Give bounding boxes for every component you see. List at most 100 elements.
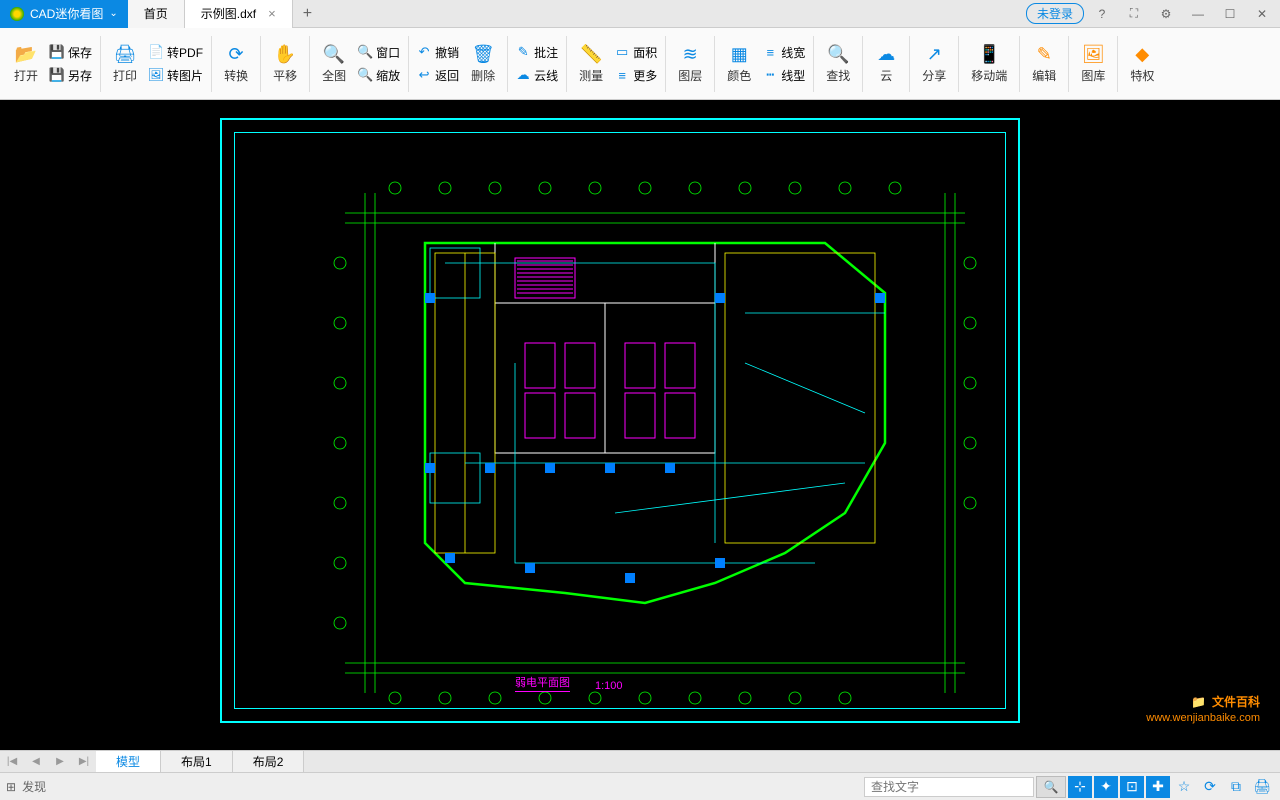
drawing-canvas[interactable]: 弱电平面图 1:100 📁 文件百科 www.wenjianbaike.com: [0, 100, 1280, 750]
linewidth-icon: ≡: [763, 45, 777, 59]
toimg-button[interactable]: 🖼转图片: [145, 65, 207, 86]
annotate-icon: ✎: [516, 45, 530, 59]
regen-icon[interactable]: ⟳: [1198, 776, 1222, 798]
tab-layout2[interactable]: 布局2: [233, 751, 305, 773]
save-button[interactable]: 💾保存: [46, 42, 96, 63]
link-icon[interactable]: ⧉: [1224, 776, 1248, 798]
snap-grid-icon[interactable]: ✦: [1094, 776, 1118, 798]
cloud-button[interactable]: ☁云线: [512, 65, 562, 86]
tab-layout1[interactable]: 布局1: [161, 751, 233, 773]
edit-icon: ✎: [1033, 43, 1055, 65]
linetype-icon: ┅: [763, 68, 777, 82]
watermark-url: www.wenjianbaike.com: [1146, 712, 1260, 724]
star-icon[interactable]: ☆: [1172, 776, 1196, 798]
back-button[interactable]: ↩返回: [413, 65, 463, 86]
maximize-icon[interactable]: ☐: [1216, 2, 1244, 26]
print-status-icon[interactable]: 🖨: [1250, 776, 1274, 798]
window-button[interactable]: 🔍窗口: [354, 42, 404, 63]
nav-last-icon[interactable]: ▶|: [72, 752, 96, 772]
undo-button[interactable]: ↶撤销: [413, 42, 463, 63]
disk-icon: 💾: [50, 45, 64, 59]
toolbar: 📂打开 💾保存 💾另存 🖨打印 📄转PDF 🖼转图片 ⟳转换 ✋平移 🔍全图 🔍…: [0, 28, 1280, 100]
saveas-button[interactable]: 💾另存: [46, 65, 96, 86]
crosshair-icon[interactable]: ✚: [1146, 776, 1170, 798]
snap-endpoint-icon[interactable]: ⊹: [1068, 776, 1092, 798]
ruler-icon: 📏: [580, 43, 602, 65]
linewidth-button[interactable]: ≡线宽: [759, 42, 809, 63]
annotate-button[interactable]: ✎批注: [512, 42, 562, 63]
nav-prev-icon[interactable]: ◀: [24, 752, 48, 772]
drawing-scale: 1:100: [595, 680, 623, 692]
hand-icon: ✋: [274, 43, 296, 65]
linetype-button[interactable]: ┅线型: [759, 65, 809, 86]
close-window-icon[interactable]: ✕: [1248, 2, 1276, 26]
convert-button[interactable]: ⟳转换: [218, 41, 254, 86]
back-icon: ↩: [417, 68, 431, 82]
more-button[interactable]: ≡更多: [611, 65, 661, 86]
topdf-button[interactable]: 📄转PDF: [145, 42, 207, 63]
color-button[interactable]: ▦颜色: [721, 41, 757, 86]
app-title[interactable]: CAD迷你看图 ⌄: [0, 0, 128, 28]
watermark: 📁 文件百科: [1191, 693, 1260, 710]
folder-icon: 📂: [15, 43, 37, 65]
grid-icon: ⊞: [6, 780, 16, 794]
minimize-icon[interactable]: —: [1184, 2, 1212, 26]
measure-button[interactable]: 📏测量: [573, 41, 609, 86]
print-button[interactable]: 🖨打印: [107, 41, 143, 86]
discover-button[interactable]: ⊞ 发现: [6, 778, 46, 795]
gallery-icon: 🖼: [1082, 43, 1104, 65]
titlebar-right: 未登录 ? ⛶ ⚙ — ☐ ✕: [1026, 2, 1280, 26]
nav-first-icon[interactable]: |◀: [0, 752, 24, 772]
tab-file[interactable]: 示例图.dxf ×: [185, 0, 293, 28]
close-icon[interactable]: ×: [268, 6, 276, 21]
ortho-icon[interactable]: ⊡: [1120, 776, 1144, 798]
tab-label: 首页: [144, 5, 168, 22]
library-button[interactable]: 🖼图库: [1075, 41, 1111, 86]
drawing-title: 弱电平面图: [515, 674, 570, 692]
drawing-frame: 弱电平面图 1:100: [220, 118, 1020, 723]
tab-home[interactable]: 首页: [128, 0, 185, 28]
layers-icon: ≋: [679, 43, 701, 65]
share-button[interactable]: ↗分享: [916, 41, 952, 86]
pan-button[interactable]: ✋平移: [267, 41, 303, 86]
nav-next-icon[interactable]: ▶: [48, 752, 72, 772]
image-icon: 🖼: [149, 68, 163, 82]
fullscreen-icon[interactable]: ⛶: [1120, 2, 1148, 26]
chevron-down-icon: ⌄: [109, 8, 117, 19]
zoom-button[interactable]: 🔍缩放: [354, 65, 404, 86]
full-button[interactable]: 🔍全图: [316, 41, 352, 86]
undo-icon: ↶: [417, 45, 431, 59]
area-icon: ▭: [615, 45, 629, 59]
delete-button[interactable]: 🗑删除: [465, 41, 501, 86]
disk-icon: 💾: [50, 68, 64, 82]
settings-icon[interactable]: ⚙: [1152, 2, 1180, 26]
login-button[interactable]: 未登录: [1026, 3, 1084, 24]
palette-icon: ▦: [728, 43, 750, 65]
zoom-icon: 🔍: [358, 68, 372, 82]
cad-drawing: [265, 163, 1005, 723]
tab-model[interactable]: 模型: [96, 751, 161, 773]
find-button[interactable]: 🔍查找: [820, 41, 856, 86]
cloud-icon: ☁: [875, 43, 897, 65]
trash-icon: 🗑: [472, 43, 494, 65]
share-icon: ↗: [923, 43, 945, 65]
area-button[interactable]: ▭面积: [611, 42, 661, 63]
inner-frame: 弱电平面图 1:100: [234, 132, 1006, 709]
more-icon: ≡: [615, 68, 629, 82]
search-input[interactable]: [864, 777, 1034, 797]
cloud-store-button[interactable]: ☁云: [869, 41, 903, 86]
add-tab-button[interactable]: +: [293, 5, 322, 23]
titlebar: CAD迷你看图 ⌄ 首页 示例图.dxf × + 未登录 ? ⛶ ⚙ — ☐ ✕: [0, 0, 1280, 28]
help-icon[interactable]: ?: [1088, 2, 1116, 26]
vip-button[interactable]: ◆特权: [1124, 41, 1160, 86]
open-button[interactable]: 📂打开: [8, 41, 44, 86]
zoom-window-icon: 🔍: [358, 45, 372, 59]
layer-button[interactable]: ≋图层: [672, 41, 708, 86]
cloud-line-icon: ☁: [516, 68, 530, 82]
vip-icon: ◆: [1131, 43, 1153, 65]
search-button[interactable]: 🔍: [1036, 776, 1066, 798]
tab-label: 示例图.dxf: [201, 5, 256, 22]
edit-button[interactable]: ✎编辑: [1026, 41, 1062, 86]
mobile-button[interactable]: 📱移动端: [965, 41, 1013, 86]
zoom-fit-icon: 🔍: [323, 43, 345, 65]
